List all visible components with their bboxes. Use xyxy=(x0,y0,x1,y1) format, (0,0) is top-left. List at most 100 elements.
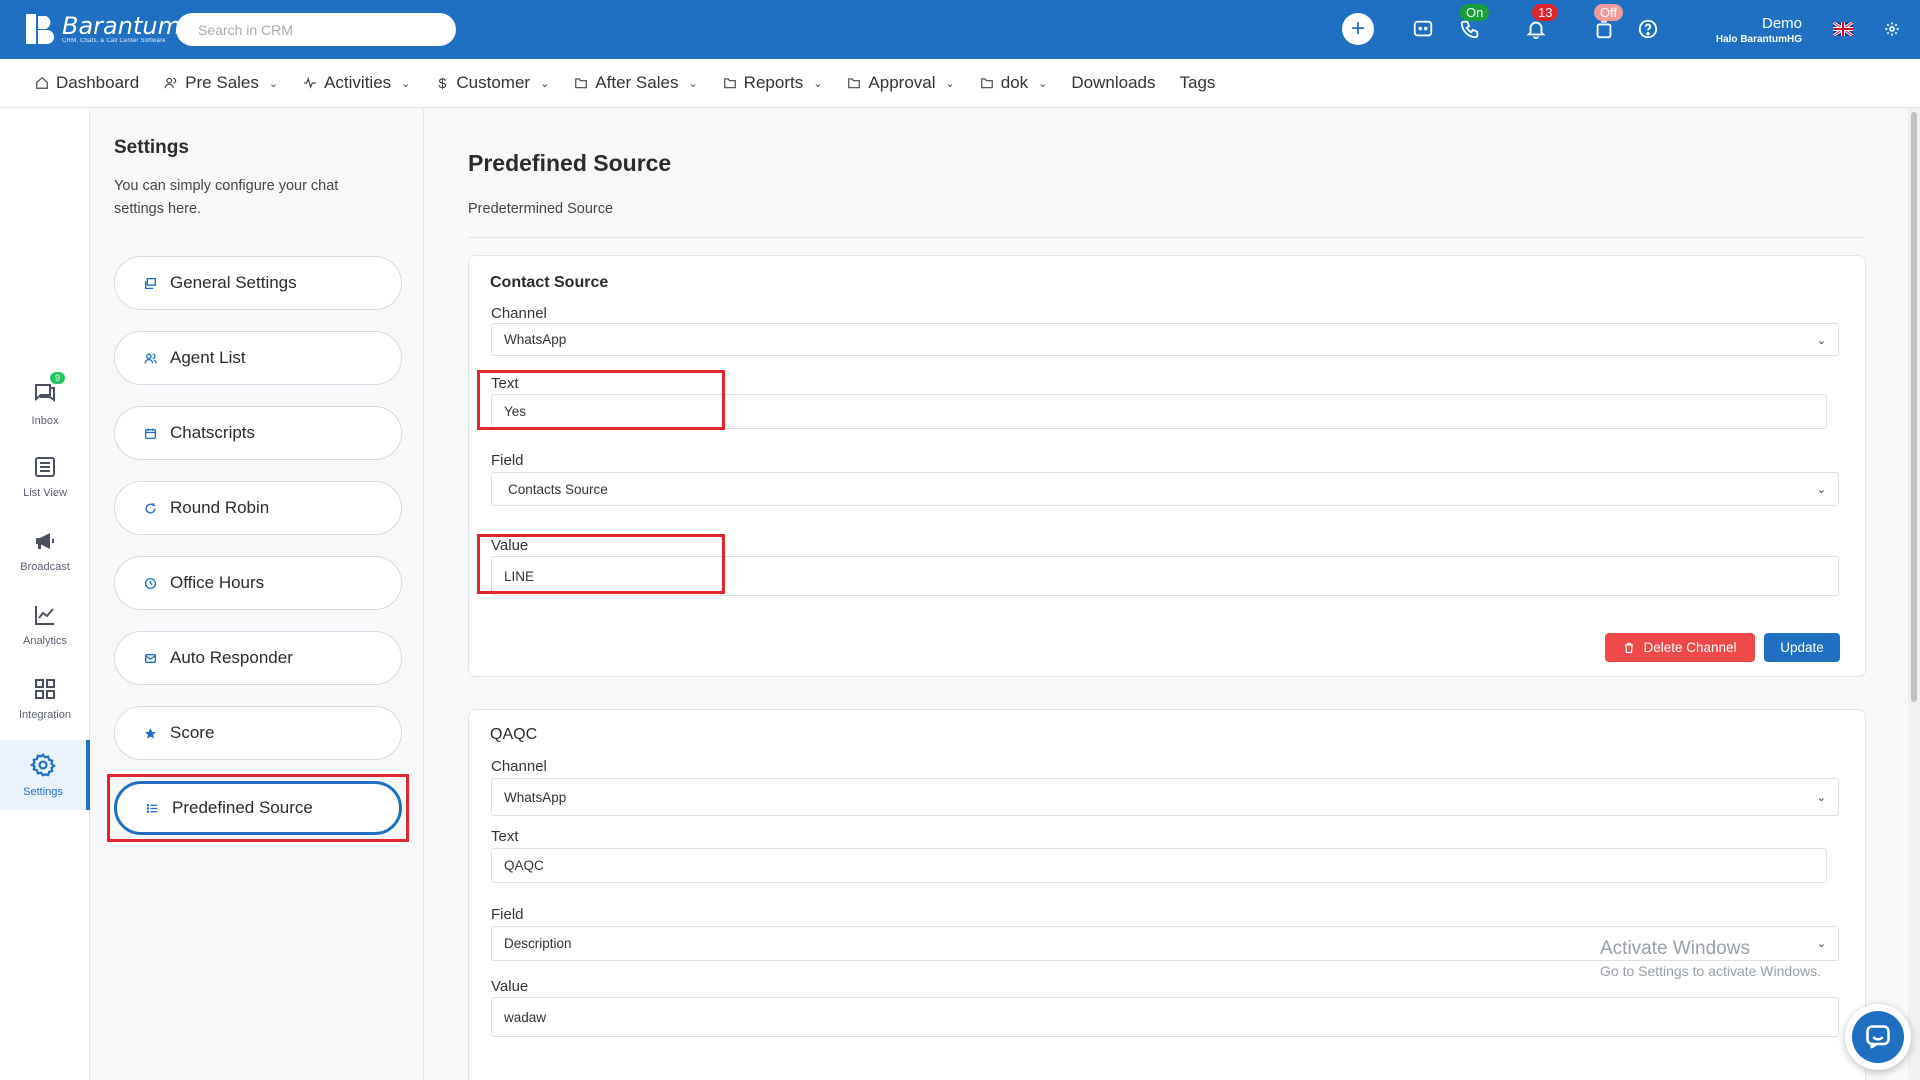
settings-item-agent-list[interactable]: Agent List xyxy=(114,331,402,385)
rail-item-inbox[interactable]: 9 Inbox xyxy=(0,368,90,438)
settings-item-auto-responder[interactable]: Auto Responder xyxy=(114,631,402,685)
headset-icon xyxy=(1596,20,1612,39)
chat-button[interactable] xyxy=(1409,15,1437,43)
settings-title: Settings xyxy=(114,137,189,158)
value-value: LINE xyxy=(504,568,535,584)
settings-item-office-hours[interactable]: Office Hours xyxy=(114,556,402,610)
add-button[interactable]: + xyxy=(1342,13,1374,45)
nav-pre-sales[interactable]: Pre Sales ⌄ xyxy=(163,73,278,93)
rail-item-analytics[interactable]: Analytics xyxy=(0,590,90,660)
agent-status-badge: Off xyxy=(1594,4,1624,21)
channel-label: Channel xyxy=(491,758,547,775)
text-input[interactable]: QAQC xyxy=(491,848,1827,883)
megaphone-icon xyxy=(36,533,54,549)
rail-label: Broadcast xyxy=(20,561,70,573)
value-value: wadaw xyxy=(504,1009,547,1025)
chat-bubble-icon xyxy=(1866,1025,1890,1049)
settings-item-label: Chatscripts xyxy=(170,423,256,442)
settings-description: You can simply configure your chat setti… xyxy=(114,178,339,217)
list-icon xyxy=(35,457,55,477)
nav-label: Reports xyxy=(743,73,804,92)
main-content: Predefined Source Predetermined Source C… xyxy=(425,108,1910,1080)
channel-select[interactable]: WhatsApp ⌄ xyxy=(491,778,1839,816)
rail-item-integration[interactable]: Integration xyxy=(0,664,90,734)
nav-tags[interactable]: Tags xyxy=(1180,73,1216,93)
chevron-down-icon: ⌄ xyxy=(1816,792,1826,804)
nav-dok[interactable]: dok ⌄ xyxy=(979,73,1047,93)
phone-status-button[interactable]: On xyxy=(1456,4,1490,43)
text-value: QAQC xyxy=(504,858,544,873)
rail-item-settings[interactable]: Settings xyxy=(0,740,90,810)
divider xyxy=(468,237,1866,238)
field-value: Contacts Source xyxy=(508,481,608,497)
settings-item-label: Score xyxy=(170,723,215,742)
page-title: Predefined Source xyxy=(468,150,672,176)
value-input[interactable]: LINE xyxy=(491,556,1839,596)
top-bar: Barantum CRM, Chats, & Call Center Softw… xyxy=(0,0,1920,59)
notifications-button[interactable]: 13 xyxy=(1522,4,1559,43)
text-label: Text xyxy=(491,828,519,845)
nav-dashboard[interactable]: Dashboard xyxy=(34,73,139,93)
gear-icon xyxy=(1885,22,1899,36)
rail-item-list-view[interactable]: List View xyxy=(0,442,90,512)
card-title: Contact Source xyxy=(490,274,609,291)
chevron-down-icon: ⌄ xyxy=(401,77,411,90)
nav-label: Dashboard xyxy=(56,73,140,92)
chevron-down-icon: ⌄ xyxy=(1816,484,1826,496)
top-settings-button[interactable] xyxy=(1878,15,1906,43)
page-scrollbar[interactable] xyxy=(1908,108,1920,1080)
nav-label: Pre Sales xyxy=(185,73,259,92)
search-input[interactable] xyxy=(176,13,456,46)
rail-item-broadcast[interactable]: Broadcast xyxy=(0,516,90,586)
user-menu[interactable]: Demo Halo BarantumHG xyxy=(1716,15,1802,45)
field-value: Description xyxy=(504,936,572,951)
settings-item-label: Round Robin xyxy=(170,498,270,517)
window-icon xyxy=(143,276,157,290)
help-circle-icon xyxy=(1638,19,1658,39)
nav-label: Tags xyxy=(1179,73,1216,92)
settings-item-label: General Settings xyxy=(170,273,297,292)
text-input[interactable]: Yes xyxy=(491,394,1827,429)
list-icon xyxy=(145,801,159,815)
nav-customer[interactable]: $ Customer ⌄ xyxy=(434,73,549,93)
users-icon xyxy=(143,351,157,365)
brand-tagline: CRM, Chats, & Call Center Software xyxy=(62,38,166,44)
update-label: Update xyxy=(1780,640,1824,655)
nav-approval[interactable]: Approval ⌄ xyxy=(846,73,955,93)
trash-icon xyxy=(1625,642,1634,653)
value-input[interactable]: wadaw xyxy=(491,997,1839,1037)
agent-status-button[interactable]: Off xyxy=(1590,4,1624,43)
chevron-down-icon: ⌄ xyxy=(813,77,823,90)
source-card-qaqc: QAQC Channel WhatsApp ⌄ Text QAQC Field … xyxy=(468,709,1866,1080)
help-button[interactable] xyxy=(1634,15,1662,43)
clock-icon xyxy=(143,576,157,590)
rail-label: List View xyxy=(23,487,67,499)
field-select[interactable]: Contacts Source ⌄ xyxy=(491,472,1839,506)
nav-label: dok xyxy=(1000,73,1029,92)
brand-logo[interactable]: Barantum CRM, Chats, & Call Center Softw… xyxy=(24,12,181,46)
delete-channel-button[interactable]: Delete Channel xyxy=(1605,633,1755,662)
folder-icon xyxy=(979,75,995,91)
language-selector[interactable] xyxy=(1829,15,1857,43)
chevron-down-icon: ⌄ xyxy=(688,77,698,90)
nav-after-sales[interactable]: After Sales ⌄ xyxy=(573,73,698,93)
channel-select[interactable]: WhatsApp ⌄ xyxy=(491,323,1839,356)
nav-activities[interactable]: Activities ⌄ xyxy=(302,73,410,93)
live-chat-button[interactable] xyxy=(1845,1004,1911,1070)
settings-item-general-settings[interactable]: General Settings xyxy=(114,256,402,310)
settings-item-label: Auto Responder xyxy=(170,648,293,667)
settings-item-chatscripts[interactable]: Chatscripts xyxy=(114,406,402,460)
activity-icon xyxy=(302,75,318,91)
update-button[interactable]: Update xyxy=(1764,633,1840,662)
text-label: Text xyxy=(491,375,519,392)
settings-item-predefined-source[interactable]: Predefined Source xyxy=(114,781,402,835)
chevron-down-icon: ⌄ xyxy=(268,77,279,90)
inbox-count-badge: 9 xyxy=(50,371,66,384)
nav-downloads[interactable]: Downloads xyxy=(1071,73,1155,93)
nav-reports[interactable]: Reports ⌄ xyxy=(722,73,823,93)
star-icon xyxy=(143,726,157,740)
settings-item-round-robin[interactable]: Round Robin xyxy=(114,481,402,535)
nav-label: Downloads xyxy=(1071,73,1156,92)
settings-item-score[interactable]: Score xyxy=(114,706,402,760)
scrollbar-thumb[interactable] xyxy=(1911,112,1917,702)
